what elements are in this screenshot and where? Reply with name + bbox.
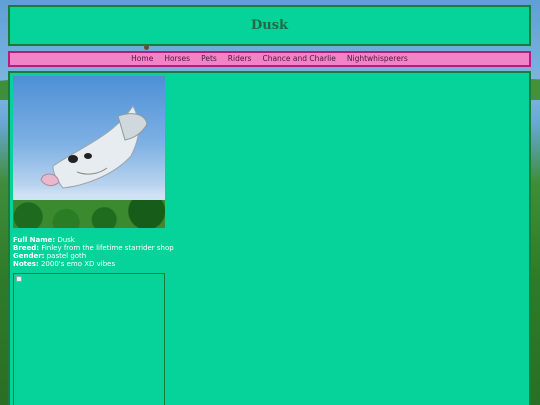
nav-link-pets[interactable]: Pets (201, 55, 217, 63)
nav-link-home[interactable]: Home (131, 55, 153, 63)
info-value: Finley from the lifetime starrider shop (41, 244, 174, 252)
nav-bar: Home Horses Pets Riders Chance and Charl… (8, 51, 531, 67)
info-label: Full Name: (13, 236, 56, 244)
info-row-breed: Breed: Finley from the lifetime starride… (13, 244, 526, 252)
manta-ray-figure (40, 105, 148, 189)
content-panel: Full Name: Dusk Breed: Finley from the l… (8, 71, 531, 405)
nav-link-chance-and-charlie[interactable]: Chance and Charlie (262, 55, 335, 63)
info-label: Breed: (13, 244, 40, 252)
info-row-gender: Gender: pastel goth (13, 252, 526, 260)
header-banner: Dusk (8, 5, 531, 46)
info-label: Gender: (13, 252, 45, 260)
nav-link-horses[interactable]: Horses (164, 55, 190, 63)
broken-image-placeholder (13, 273, 165, 405)
info-label: Notes: (13, 260, 39, 268)
pet-portrait-image (13, 76, 165, 228)
page-title: Dusk (250, 18, 289, 33)
nav-link-nightwhisperers[interactable]: Nightwhisperers (347, 55, 408, 63)
profile-info: Full Name: Dusk Breed: Finley from the l… (13, 236, 526, 268)
broken-image-icon (16, 276, 22, 282)
nav-link-riders[interactable]: Riders (228, 55, 252, 63)
info-row-notes: Notes: 2000's emo XD vibes (13, 260, 526, 268)
info-value: 2000's emo XD vibes (40, 260, 116, 268)
info-value: pastel goth (46, 252, 87, 260)
info-row-full-name: Full Name: Dusk (13, 236, 526, 244)
info-value: Dusk (57, 236, 75, 244)
